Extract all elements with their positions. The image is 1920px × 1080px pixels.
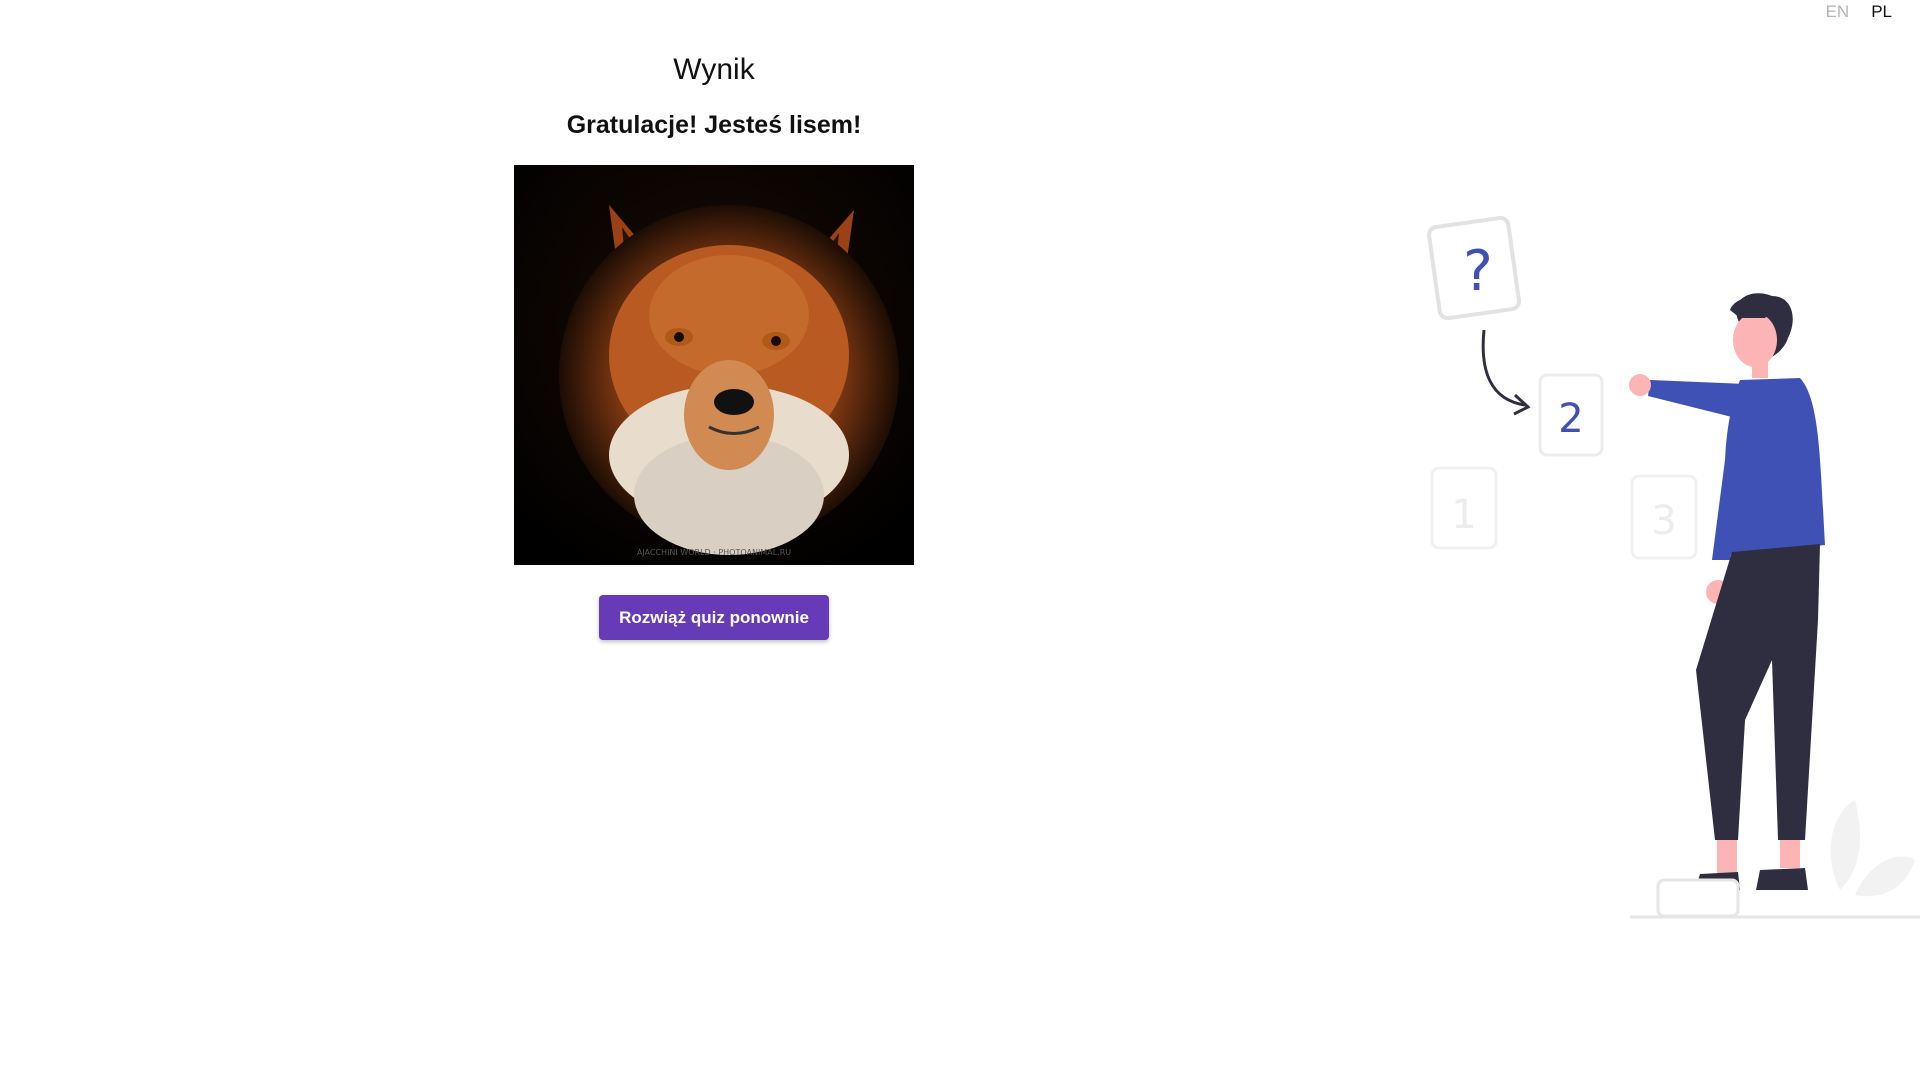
result-message: Gratulacje! Jesteś lisem! bbox=[566, 111, 862, 139]
fox-image: AJACCHINI WORLD · PHOTOANIMAL.RU bbox=[514, 165, 914, 565]
result-title: Wynik bbox=[673, 53, 755, 86]
svg-text:AJACCHINI WORLD · PHOTOANIMAL.: AJACCHINI WORLD · PHOTOANIMAL.RU bbox=[637, 548, 791, 557]
person-with-cards-icon: ? 2 1 3 bbox=[1427, 215, 1920, 919]
result-panel: Wynik Gratulacje! Jesteś lisem! AJACCHIN… bbox=[514, 50, 914, 640]
retry-quiz-button[interactable]: Rozwiąż quiz ponownie bbox=[599, 595, 829, 640]
fox-photo-icon: AJACCHINI WORLD · PHOTOANIMAL.RU bbox=[514, 165, 914, 565]
language-option-en[interactable]: EN bbox=[1826, 2, 1850, 22]
language-option-pl[interactable]: PL bbox=[1871, 2, 1892, 22]
svg-text:?: ? bbox=[1463, 239, 1493, 304]
quiz-result-page: EN PL Wynik Gratulacje! Jesteś lisem! AJ… bbox=[0, 0, 1920, 1080]
svg-text:1: 1 bbox=[1451, 492, 1476, 538]
svg-text:2: 2 bbox=[1558, 396, 1583, 442]
person-with-cards-illustration: ? 2 1 3 bbox=[1400, 200, 1920, 1080]
svg-text:3: 3 bbox=[1651, 498, 1676, 544]
language-switch: EN PL bbox=[1826, 2, 1892, 22]
